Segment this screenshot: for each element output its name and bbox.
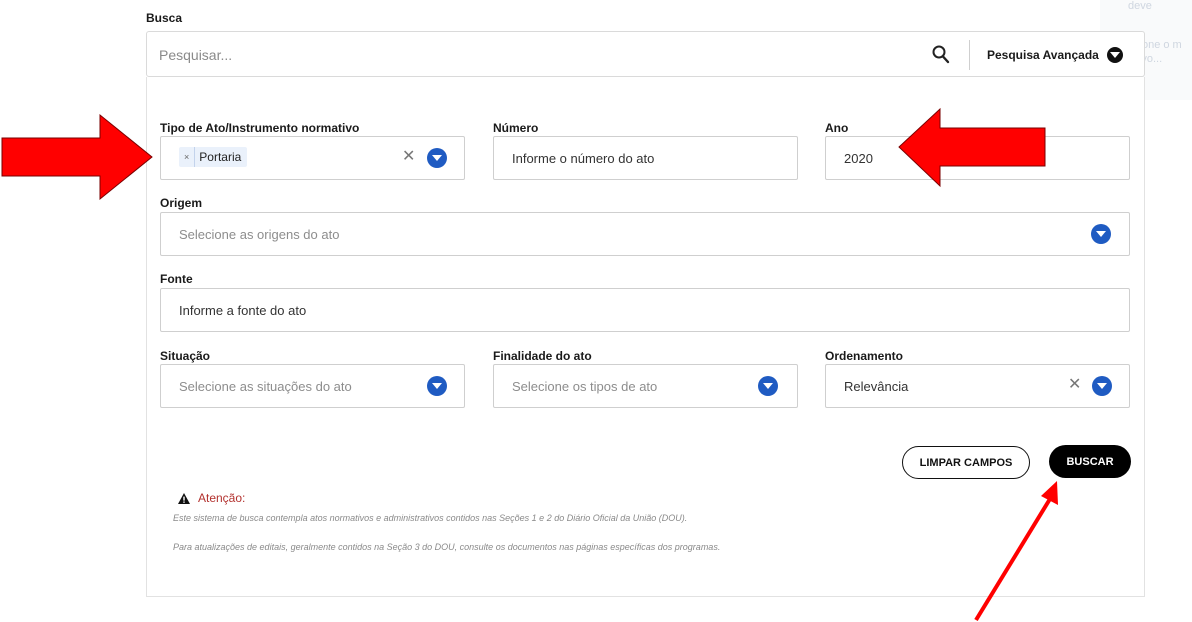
caret-down-icon[interactable] <box>427 376 447 396</box>
search-bar: Pesquisa Avançada <box>146 31 1145 77</box>
caret-down-icon[interactable] <box>758 376 778 396</box>
caret-down-icon[interactable] <box>1091 224 1111 244</box>
fonte-input[interactable]: Informe a fonte do ato <box>160 288 1130 332</box>
tag-label: Portaria <box>199 150 242 164</box>
caret-down-icon[interactable] <box>1092 376 1112 396</box>
advanced-search-label: Pesquisa Avançada <box>987 48 1099 62</box>
finalidade-select[interactable]: Selecione os tipos de ato <box>493 364 798 408</box>
close-icon[interactable]: ✕ <box>402 149 415 165</box>
search-input[interactable] <box>159 45 859 65</box>
search-button[interactable]: BUSCAR <box>1049 445 1131 478</box>
arrow-annotation-right <box>898 107 1046 188</box>
numero-placeholder: Informe o número do ato <box>512 151 655 166</box>
warning-icon <box>178 492 190 504</box>
situacao-label: Situação <box>160 349 211 363</box>
notice-line-1: Este sistema de busca contempla atos nor… <box>173 513 688 523</box>
numero-input[interactable]: Informe o número do ato <box>493 136 798 180</box>
advanced-search-toggle[interactable]: Pesquisa Avançada <box>987 45 1123 65</box>
fonte-label: Fonte <box>160 272 193 286</box>
ano-label: Ano <box>825 121 849 135</box>
finalidade-placeholder: Selecione os tipos de ato <box>512 379 658 394</box>
finalidade-label: Finalidade do ato <box>493 349 592 363</box>
arrow-annotation-bottom <box>974 481 1058 622</box>
tipo-ato-select[interactable]: × Portaria ✕ <box>160 136 465 180</box>
arrow-annotation-left <box>1 113 153 201</box>
origem-placeholder: Selecione as origens do ato <box>179 227 340 242</box>
origem-label: Origem <box>160 196 203 210</box>
ordenamento-select[interactable]: Relevância ✕ <box>825 364 1130 408</box>
selected-tag: × Portaria <box>179 147 248 167</box>
caret-down-icon[interactable] <box>427 148 447 168</box>
numero-label: Número <box>493 121 539 135</box>
clear-fields-button[interactable]: LIMPAR CAMPOS <box>902 446 1030 479</box>
tag-remove-icon[interactable]: × <box>179 147 196 167</box>
search-section-label: Busca <box>146 11 183 25</box>
attention-heading: Atenção: <box>178 491 245 505</box>
attention-title: Atenção: <box>198 491 246 505</box>
search-divider <box>969 40 970 70</box>
caret-down-icon <box>1106 47 1123 63</box>
notice-line-2: Para atualizações de editais, geralmente… <box>173 542 721 552</box>
close-icon[interactable]: ✕ <box>1068 377 1081 393</box>
situacao-select[interactable]: Selecione as situações do ato <box>160 364 465 408</box>
tipo-ato-label: Tipo de Ato/Instrumento normativo <box>160 121 360 135</box>
origem-select[interactable]: Selecione as origens do ato <box>160 212 1130 256</box>
ano-value: 2020 <box>844 151 873 166</box>
background-text-top: deve <box>1128 0 1152 12</box>
fonte-placeholder: Informe a fonte do ato <box>179 303 307 318</box>
situacao-placeholder: Selecione as situações do ato <box>179 379 352 394</box>
ordenamento-label: Ordenamento <box>825 349 904 363</box>
search-icon[interactable] <box>932 44 950 64</box>
ordenamento-value: Relevância <box>844 379 909 394</box>
